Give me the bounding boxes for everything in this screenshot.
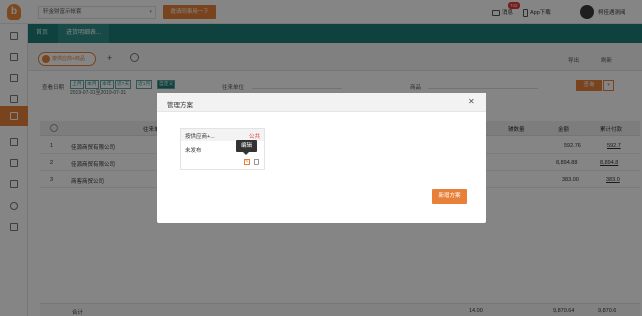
scheme-status: 未发布: [185, 148, 202, 154]
new-scheme-button[interactable]: 新增方案: [432, 189, 467, 204]
trash-icon[interactable]: [254, 159, 259, 165]
dialog-header: [157, 93, 486, 112]
dialog-title: 管理方案: [167, 102, 193, 109]
close-icon[interactable]: ✕: [468, 97, 475, 106]
edit-icon[interactable]: ✎: [244, 159, 250, 165]
scheme-card-name: 按供应商+...: [185, 134, 215, 140]
edit-tooltip: 编辑: [236, 140, 257, 152]
scheme-public-badge: 公共: [249, 134, 261, 140]
tooltip-arrow: [243, 152, 249, 155]
